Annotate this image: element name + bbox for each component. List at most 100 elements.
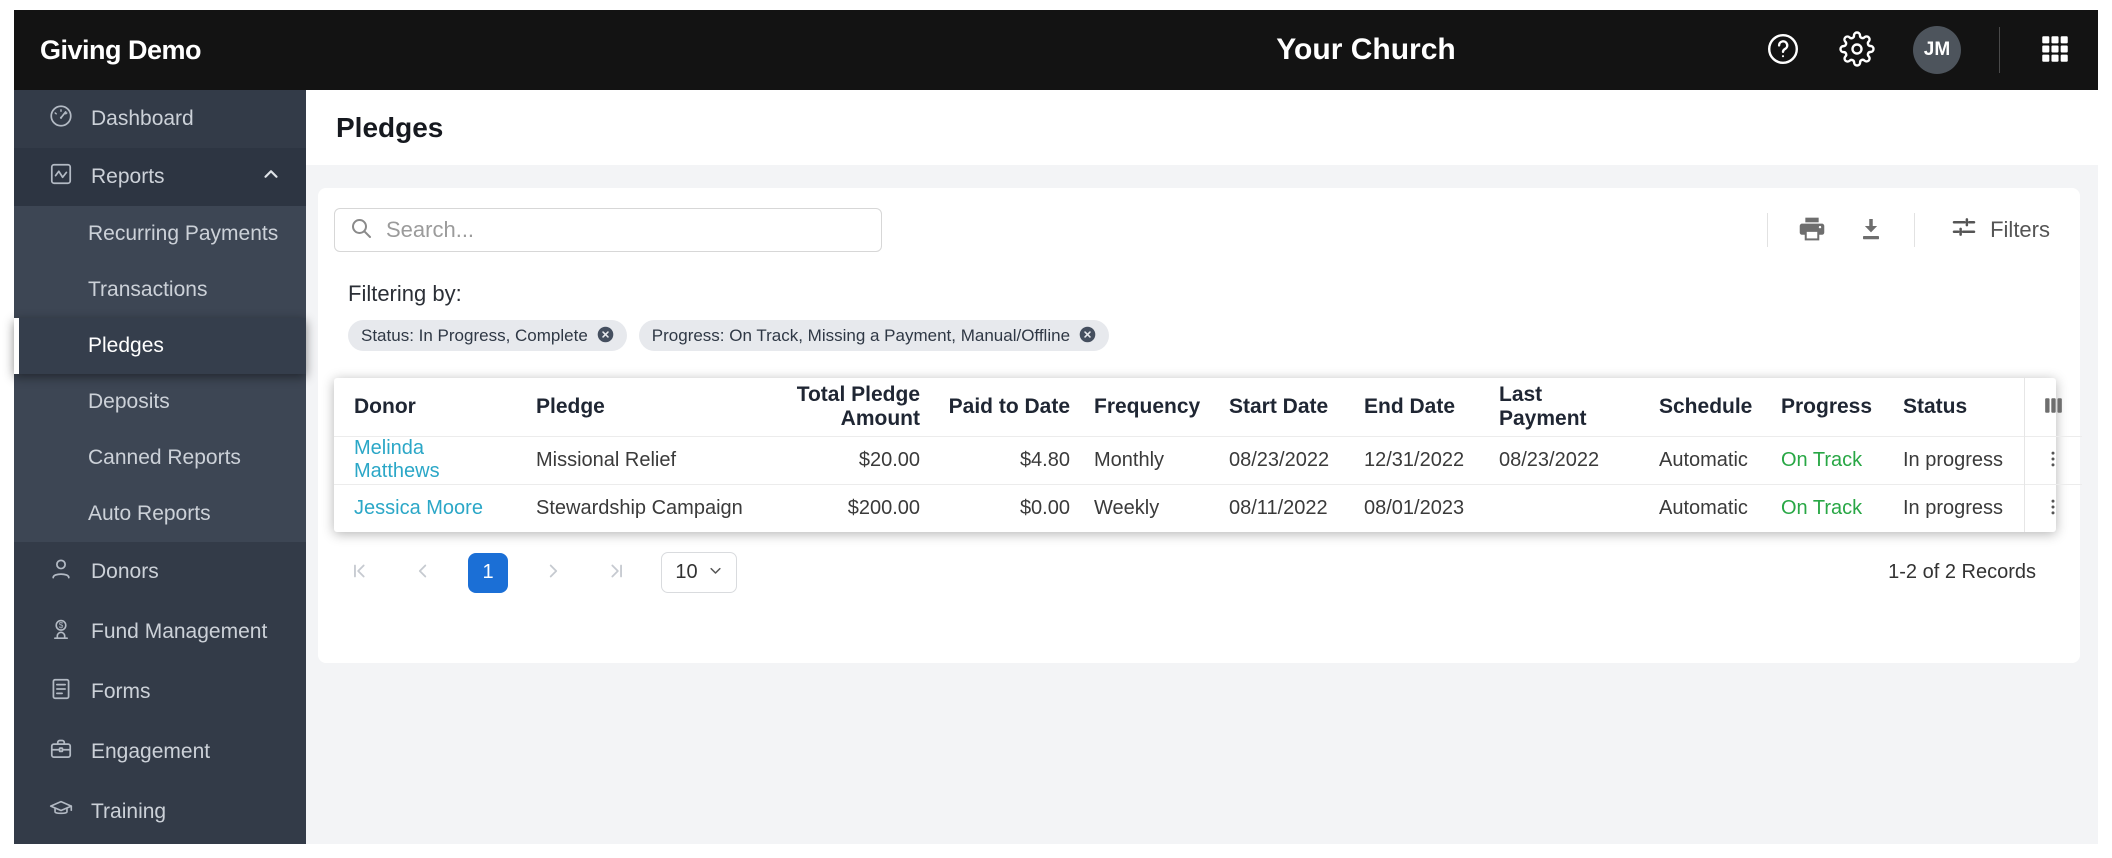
sidebar-item-fund-management[interactable]: $ Fund Management xyxy=(14,602,306,662)
filter-chip-label: Progress: On Track, Missing a Payment, M… xyxy=(651,325,1071,345)
column-header-donor: Donor xyxy=(354,394,416,418)
kebab-menu-icon xyxy=(2043,449,2063,472)
sidebar-item-deposits[interactable]: Deposits xyxy=(14,374,306,430)
column-settings-button[interactable] xyxy=(2041,393,2066,421)
sidebar-item-auto-reports[interactable]: Auto Reports xyxy=(14,486,306,542)
column-header-last-payment: Last Payment xyxy=(1499,382,1587,430)
sidebar-item-label: Canned Reports xyxy=(88,446,241,469)
sidebar-item-dashboard[interactable]: Dashboard xyxy=(14,90,306,148)
chip-remove-button[interactable] xyxy=(597,326,614,346)
sidebar-item-transactions[interactable]: Transactions xyxy=(14,262,306,318)
sidebar-item-label: Dashboard xyxy=(91,107,194,130)
pledge-cell: Missional Relief xyxy=(524,435,757,484)
content-area: Filters Filtering by: Status: In Progres… xyxy=(306,165,2098,844)
column-header-paid-to-date: Paid to Date xyxy=(948,394,1070,418)
row-actions-button[interactable] xyxy=(2043,449,2063,472)
column-header-pledge: Pledge xyxy=(536,394,605,418)
frequency-cell: Weekly xyxy=(1082,483,1217,532)
main-area: Pledges Search... Filters Filtering by: … xyxy=(306,90,2098,844)
chip-remove-button[interactable] xyxy=(1079,326,1096,346)
end-date-cell: 12/31/2022 xyxy=(1352,435,1487,484)
toolbar: Filters xyxy=(334,208,2056,252)
person-icon xyxy=(48,556,74,588)
user-avatar[interactable]: JM xyxy=(1913,26,1961,74)
column-header-start-date: Start Date xyxy=(1229,394,1329,418)
sidebar-item-label: Deposits xyxy=(88,390,170,413)
print-button[interactable] xyxy=(1796,213,1828,248)
table-header-row: Donor Pledge Total Pledge Amount Paid to… xyxy=(334,378,2082,436)
sidebar-item-label: Auto Reports xyxy=(88,502,211,525)
filtering-by-label: Filtering by: xyxy=(348,281,462,306)
column-header-frequency: Frequency xyxy=(1094,394,1201,418)
sidebar-item-label: Forms xyxy=(91,680,151,703)
sidebar-item-label: Pledges xyxy=(88,334,164,357)
svg-text:$: $ xyxy=(59,621,64,630)
settings-button[interactable] xyxy=(1839,30,1875,70)
toolbar-divider xyxy=(1767,213,1769,247)
pledge-cell: Stewardship Campaign xyxy=(524,483,757,532)
apps-grid-button[interactable] xyxy=(2038,32,2072,69)
next-page-button[interactable] xyxy=(535,554,571,592)
topbar-divider xyxy=(1999,27,2000,73)
last-payment-cell: 08/23/2022 xyxy=(1487,435,1647,484)
page-size-select[interactable]: 10 xyxy=(661,552,737,593)
progress-cell: On Track xyxy=(1769,483,1891,532)
page-title: Pledges xyxy=(336,111,444,143)
search-icon xyxy=(349,216,373,245)
download-button[interactable] xyxy=(1856,214,1886,247)
row-actions-button[interactable] xyxy=(2043,497,2063,520)
sidebar-item-reports[interactable]: Reports xyxy=(14,148,306,206)
sidebar-item-engagement[interactable]: Engagement xyxy=(14,722,306,782)
donor-link[interactable]: Jessica Moore xyxy=(354,497,483,519)
fund-donation-icon: $ xyxy=(48,616,74,648)
dashboard-gauge-icon xyxy=(48,103,74,135)
status-cell: In progress xyxy=(1891,483,2024,532)
prev-page-icon xyxy=(412,560,434,585)
sidebar-item-label: Transactions xyxy=(88,278,208,301)
search-input[interactable] xyxy=(384,216,867,244)
previous-page-button[interactable] xyxy=(405,554,441,592)
current-page-button[interactable]: 1 xyxy=(468,552,508,593)
last-page-button[interactable] xyxy=(598,554,634,592)
sidebar-item-training[interactable]: Training xyxy=(14,782,306,842)
sidebar-item-canned-reports[interactable]: Canned Reports xyxy=(14,430,306,486)
sidebar-item-recurring-payments[interactable]: Recurring Payments xyxy=(14,206,306,262)
status-cell: In progress xyxy=(1891,435,2024,484)
apps-grid-icon xyxy=(2038,32,2072,69)
reports-submenu: Recurring Payments Transactions Pledges … xyxy=(14,206,306,542)
last-payment-cell xyxy=(1487,483,1647,532)
toolbar-actions: Filters xyxy=(1767,211,2056,249)
sidebar-item-pledges[interactable]: Pledges xyxy=(14,318,306,374)
help-button[interactable] xyxy=(1765,31,1801,70)
filters-button[interactable]: Filters xyxy=(1943,211,2056,249)
top-bar: Giving Demo Your Church JM xyxy=(14,10,2098,90)
sidebar-item-donors[interactable]: Donors xyxy=(14,542,306,602)
toolbar-divider xyxy=(1914,213,1916,247)
sidebar-item-label: Donors xyxy=(91,560,159,583)
frequency-cell: Monthly xyxy=(1082,435,1217,484)
app-logo: Giving Demo xyxy=(40,34,202,65)
column-header-total-pledge-amount: Total Pledge Amount xyxy=(796,382,920,430)
first-page-button[interactable] xyxy=(342,554,378,592)
help-icon xyxy=(1765,31,1801,70)
donor-link[interactable]: Melinda Matthews xyxy=(354,437,440,482)
pagination-bar: 1 10 1-2 of 2 Records xyxy=(334,552,2056,593)
briefcase-icon xyxy=(48,736,74,768)
app-window: Giving Demo Your Church JM Dashboard Rep… xyxy=(14,10,2098,844)
filter-chip-label: Status: In Progress, Complete xyxy=(361,325,588,345)
page-size-value: 10 xyxy=(675,561,698,583)
sidebar-item-label: Fund Management xyxy=(91,620,268,643)
total-pledge-amount-cell: $200.00 xyxy=(757,483,932,532)
sidebar-item-label: Training xyxy=(91,800,167,823)
first-page-icon xyxy=(349,560,371,585)
chip-close-icon xyxy=(1079,326,1096,346)
sidebar-item-label: Reports xyxy=(91,165,165,188)
pledges-card: Filters Filtering by: Status: In Progres… xyxy=(318,188,2082,663)
sidebar-item-forms[interactable]: Forms xyxy=(14,662,306,722)
page-title-bar: Pledges xyxy=(306,90,2098,165)
filters-button-label: Filters xyxy=(1990,217,2050,242)
document-icon xyxy=(48,676,74,708)
sidebar: Dashboard Reports Recurring Payments Tra… xyxy=(14,90,306,844)
filter-chips: Status: In Progress, Complete Progress: … xyxy=(334,320,2056,351)
pledges-table: Donor Pledge Total Pledge Amount Paid to… xyxy=(334,378,2082,532)
